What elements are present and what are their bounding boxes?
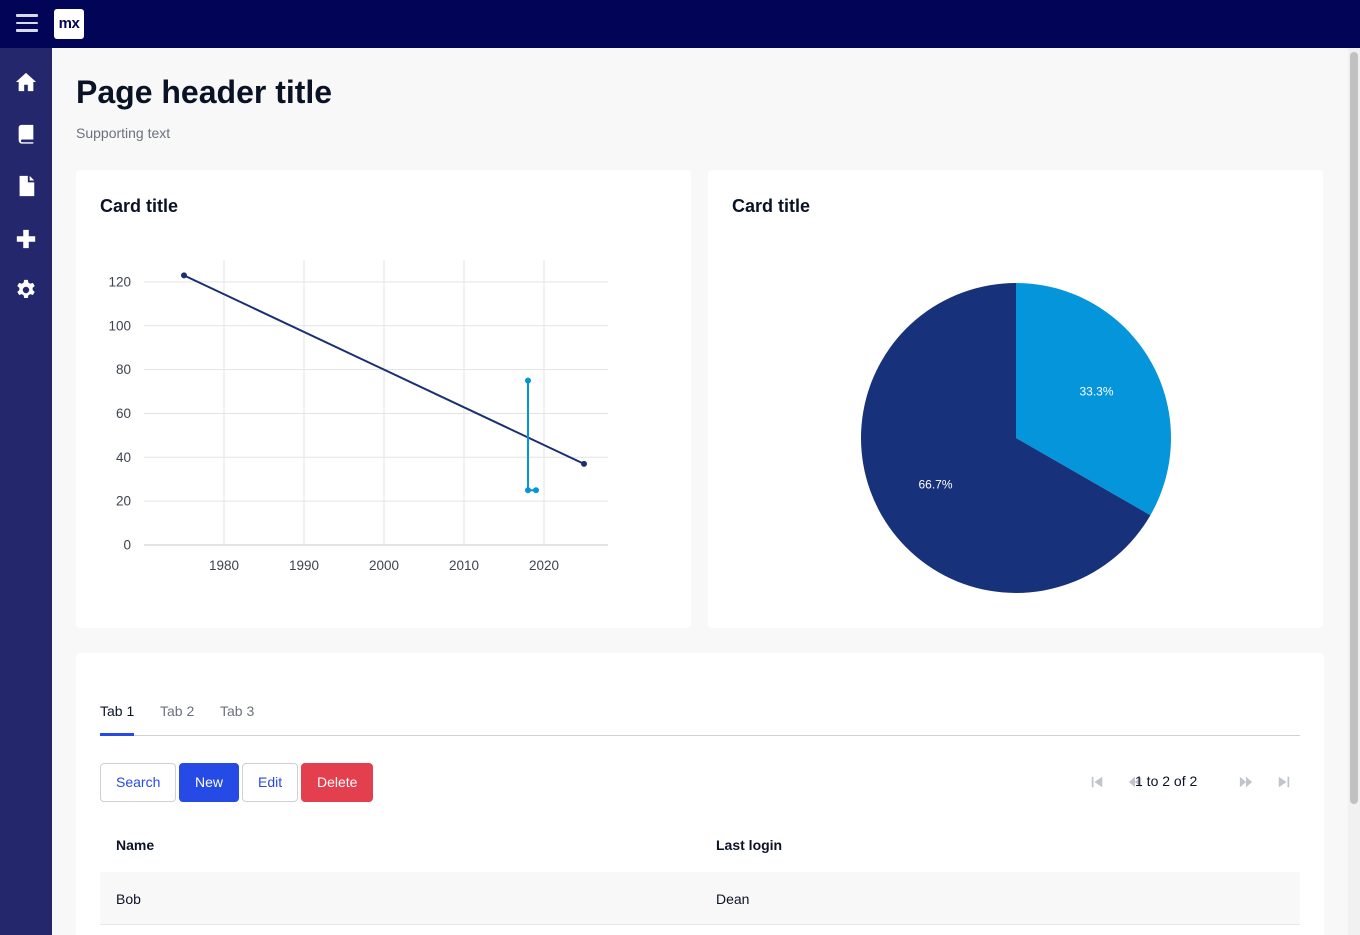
next-page-icon	[1239, 776, 1253, 788]
plus-icon	[16, 229, 36, 249]
edit-button[interactable]: Edit	[242, 763, 299, 802]
tab-bar: Tab 1 Tab 2 Tab 3	[100, 701, 1300, 736]
top-bar: mx	[0, 0, 1360, 48]
hamburger-menu-icon[interactable]	[16, 14, 38, 34]
y-tick-label: 20	[116, 494, 131, 509]
pie-slice-label: 33.3%	[1079, 384, 1113, 398]
x-tick-label: 1990	[289, 558, 319, 573]
book-icon	[18, 124, 34, 144]
x-tick-label: 2010	[449, 558, 479, 573]
pie-chart-card: Card title 33.3% 66.7%	[708, 170, 1323, 628]
y-tick-label: 60	[116, 406, 131, 421]
data-point	[533, 487, 539, 494]
series-line	[527, 380, 536, 492]
column-header-last-login[interactable]: Last login	[716, 837, 782, 853]
data-point	[181, 272, 187, 279]
file-icon	[19, 175, 35, 197]
x-tick-label: 1980	[209, 558, 239, 573]
data-point	[581, 460, 587, 467]
data-point	[525, 487, 531, 494]
y-tick-label: 80	[116, 362, 131, 377]
last-page-button[interactable]	[1273, 771, 1295, 793]
sidebar-item-book[interactable]	[0, 108, 52, 160]
table-cell: Dean	[716, 891, 750, 907]
home-icon	[15, 72, 37, 92]
line-chart: 0 20 40 60 80 100 120 1980 1990 2000 2010 2020	[108, 260, 608, 573]
first-page-icon	[1091, 776, 1103, 788]
sidebar-item-settings[interactable]	[0, 264, 52, 316]
tab-2[interactable]: Tab 2	[160, 701, 194, 736]
table-row[interactable]: Bob Dean	[100, 872, 1300, 925]
last-page-icon	[1278, 776, 1290, 788]
y-tick-label: 100	[108, 318, 131, 333]
table-cell: Bob	[116, 891, 141, 907]
data-grid-card: Tab 1 Tab 2 Tab 3 Search New Edit Delete…	[76, 653, 1324, 935]
gear-icon	[17, 279, 35, 298]
page-subtitle: Supporting text	[76, 125, 171, 141]
y-tick-label: 40	[116, 450, 131, 465]
tab-3[interactable]: Tab 3	[220, 701, 254, 736]
pie-chart: 33.3% 66.7%	[861, 283, 1171, 593]
x-tick-label: 2020	[529, 558, 559, 573]
y-tick-label: 0	[123, 538, 131, 553]
scrollbar-thumb[interactable]	[1350, 52, 1358, 804]
first-page-button[interactable]	[1086, 771, 1108, 793]
sidebar-item-add[interactable]	[0, 213, 52, 265]
main-content: Page header title Supporting text Card t…	[52, 48, 1348, 935]
sidebar	[0, 48, 52, 935]
line-chart-card: Card title 0 20 40 60 80 100 120 1980 1990 2000 20…	[76, 170, 691, 628]
pager-status: 1 to 2 of 2	[1135, 773, 1198, 789]
x-tick-label: 2000	[369, 558, 399, 573]
search-button[interactable]: Search	[100, 763, 177, 802]
sidebar-item-home[interactable]	[0, 56, 52, 108]
y-tick-label: 120	[108, 274, 131, 289]
data-point	[525, 377, 531, 384]
scrollbar[interactable]	[1348, 48, 1360, 935]
column-header-name[interactable]: Name	[116, 837, 154, 853]
new-button[interactable]: New	[179, 763, 240, 802]
next-page-button[interactable]	[1235, 771, 1257, 793]
app-logo[interactable]: mx	[54, 9, 84, 39]
tab-1[interactable]: Tab 1	[100, 701, 135, 736]
sidebar-item-file[interactable]	[0, 160, 52, 212]
page-title: Page header title	[76, 74, 333, 110]
delete-button[interactable]: Delete	[301, 763, 374, 802]
pie-slice-label: 66.7%	[918, 478, 952, 492]
